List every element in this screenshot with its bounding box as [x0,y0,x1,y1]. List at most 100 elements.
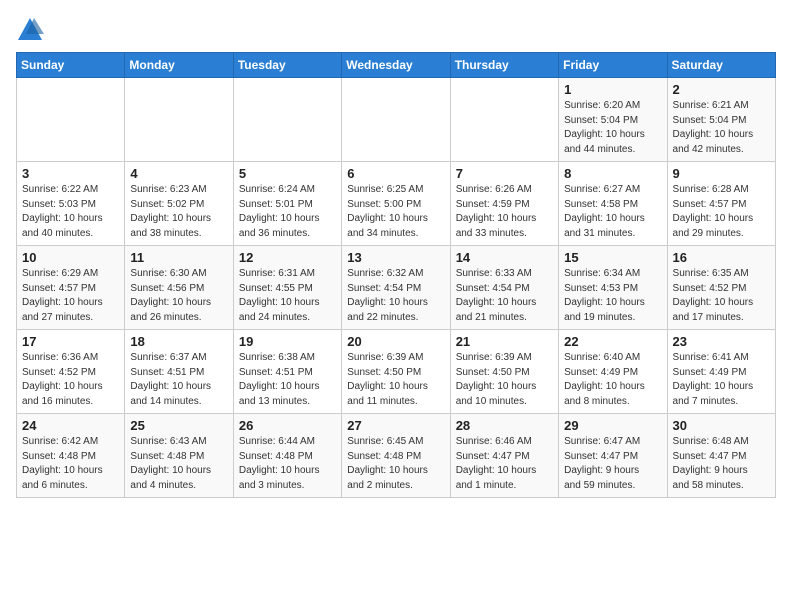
calendar-day-cell: 3 Sunrise: 6:22 AM Sunset: 5:03 PM Daylig… [17,162,125,246]
day-number: 4 [130,166,227,181]
day-number: 28 [456,418,553,433]
day-info: Sunrise: 6:31 AM Sunset: 4:55 PM Dayligh… [239,267,336,325]
day-number: 19 [239,334,336,349]
day-number: 17 [22,334,119,349]
calendar-day-cell: 4 Sunrise: 6:23 AM Sunset: 5:02 PM Daylig… [125,162,233,246]
day-number: 9 [673,166,770,181]
calendar-day-cell [125,78,233,162]
calendar-day-cell: 28 Sunrise: 6:46 AM Sunset: 4:47 PM Dayli… [450,414,558,498]
day-of-week-header: Monday [125,53,233,78]
day-number: 21 [456,334,553,349]
day-number: 27 [347,418,444,433]
day-number: 13 [347,250,444,265]
calendar-week-row: 3 Sunrise: 6:22 AM Sunset: 5:03 PM Daylig… [17,162,776,246]
day-of-week-header: Saturday [667,53,775,78]
day-info: Sunrise: 6:34 AM Sunset: 4:53 PM Dayligh… [564,267,661,325]
day-info: Sunrise: 6:41 AM Sunset: 4:49 PM Dayligh… [673,351,770,409]
calendar-day-cell: 25 Sunrise: 6:43 AM Sunset: 4:48 PM Dayli… [125,414,233,498]
day-number: 26 [239,418,336,433]
day-number: 8 [564,166,661,181]
day-info: Sunrise: 6:27 AM Sunset: 4:58 PM Dayligh… [564,183,661,241]
calendar-day-cell: 29 Sunrise: 6:47 AM Sunset: 4:47 PM Dayli… [559,414,667,498]
day-number: 24 [22,418,119,433]
calendar-day-cell: 17 Sunrise: 6:36 AM Sunset: 4:52 PM Dayli… [17,330,125,414]
day-number: 11 [130,250,227,265]
day-info: Sunrise: 6:40 AM Sunset: 4:49 PM Dayligh… [564,351,661,409]
calendar-day-cell [450,78,558,162]
day-info: Sunrise: 6:32 AM Sunset: 4:54 PM Dayligh… [347,267,444,325]
day-number: 5 [239,166,336,181]
calendar-day-cell: 6 Sunrise: 6:25 AM Sunset: 5:00 PM Daylig… [342,162,450,246]
day-number: 29 [564,418,661,433]
day-number: 23 [673,334,770,349]
day-number: 20 [347,334,444,349]
day-number: 2 [673,82,770,97]
day-number: 15 [564,250,661,265]
calendar-header-row: SundayMondayTuesdayWednesdayThursdayFrid… [17,53,776,78]
day-info: Sunrise: 6:28 AM Sunset: 4:57 PM Dayligh… [673,183,770,241]
calendar-day-cell [233,78,341,162]
day-of-week-header: Sunday [17,53,125,78]
day-of-week-header: Thursday [450,53,558,78]
page-header [16,16,776,44]
calendar-day-cell: 2 Sunrise: 6:21 AM Sunset: 5:04 PM Daylig… [667,78,775,162]
calendar-day-cell: 9 Sunrise: 6:28 AM Sunset: 4:57 PM Daylig… [667,162,775,246]
day-info: Sunrise: 6:23 AM Sunset: 5:02 PM Dayligh… [130,183,227,241]
day-info: Sunrise: 6:47 AM Sunset: 4:47 PM Dayligh… [564,435,661,493]
day-number: 30 [673,418,770,433]
day-number: 12 [239,250,336,265]
day-of-week-header: Wednesday [342,53,450,78]
calendar-day-cell: 19 Sunrise: 6:38 AM Sunset: 4:51 PM Dayli… [233,330,341,414]
calendar-day-cell: 15 Sunrise: 6:34 AM Sunset: 4:53 PM Dayli… [559,246,667,330]
logo [16,16,48,44]
calendar-day-cell: 23 Sunrise: 6:41 AM Sunset: 4:49 PM Dayli… [667,330,775,414]
calendar-day-cell: 21 Sunrise: 6:39 AM Sunset: 4:50 PM Dayli… [450,330,558,414]
calendar-week-row: 24 Sunrise: 6:42 AM Sunset: 4:48 PM Dayli… [17,414,776,498]
day-number: 16 [673,250,770,265]
calendar-day-cell: 5 Sunrise: 6:24 AM Sunset: 5:01 PM Daylig… [233,162,341,246]
calendar-day-cell: 24 Sunrise: 6:42 AM Sunset: 4:48 PM Dayli… [17,414,125,498]
calendar-table: SundayMondayTuesdayWednesdayThursdayFrid… [16,52,776,498]
calendar-day-cell: 26 Sunrise: 6:44 AM Sunset: 4:48 PM Dayli… [233,414,341,498]
day-number: 7 [456,166,553,181]
calendar-day-cell [17,78,125,162]
calendar-day-cell: 1 Sunrise: 6:20 AM Sunset: 5:04 PM Daylig… [559,78,667,162]
calendar-day-cell: 16Sunrise: 6:35 AM Sunset: 4:52 PM Dayli… [667,246,775,330]
day-info: Sunrise: 6:36 AM Sunset: 4:52 PM Dayligh… [22,351,119,409]
day-number: 6 [347,166,444,181]
day-info: Sunrise: 6:39 AM Sunset: 4:50 PM Dayligh… [456,351,553,409]
calendar-day-cell: 13 Sunrise: 6:32 AM Sunset: 4:54 PM Dayli… [342,246,450,330]
day-info: Sunrise: 6:29 AM Sunset: 4:57 PM Dayligh… [22,267,119,325]
day-info: Sunrise: 6:48 AM Sunset: 4:47 PM Dayligh… [673,435,770,493]
day-info: Sunrise: 6:46 AM Sunset: 4:47 PM Dayligh… [456,435,553,493]
day-number: 3 [22,166,119,181]
day-info: Sunrise: 6:24 AM Sunset: 5:01 PM Dayligh… [239,183,336,241]
day-info: Sunrise: 6:38 AM Sunset: 4:51 PM Dayligh… [239,351,336,409]
day-info: Sunrise: 6:44 AM Sunset: 4:48 PM Dayligh… [239,435,336,493]
day-number: 1 [564,82,661,97]
day-info: Sunrise: 6:20 AM Sunset: 5:04 PM Dayligh… [564,99,661,157]
day-info: Sunrise: 6:22 AM Sunset: 5:03 PM Dayligh… [22,183,119,241]
day-number: 18 [130,334,227,349]
calendar-day-cell: 27Sunrise: 6:45 AM Sunset: 4:48 PM Dayli… [342,414,450,498]
calendar-day-cell: 30 Sunrise: 6:48 AM Sunset: 4:47 PM Dayli… [667,414,775,498]
calendar-day-cell: 18Sunrise: 6:37 AM Sunset: 4:51 PM Dayli… [125,330,233,414]
day-info: Sunrise: 6:21 AM Sunset: 5:04 PM Dayligh… [673,99,770,157]
calendar-week-row: 10 Sunrise: 6:29 AM Sunset: 4:57 PM Dayli… [17,246,776,330]
day-of-week-header: Friday [559,53,667,78]
day-info: Sunrise: 6:30 AM Sunset: 4:56 PM Dayligh… [130,267,227,325]
day-info: Sunrise: 6:25 AM Sunset: 5:00 PM Dayligh… [347,183,444,241]
day-info: Sunrise: 6:26 AM Sunset: 4:59 PM Dayligh… [456,183,553,241]
day-info: Sunrise: 6:42 AM Sunset: 4:48 PM Dayligh… [22,435,119,493]
calendar-day-cell: 14Sunrise: 6:33 AM Sunset: 4:54 PM Dayli… [450,246,558,330]
day-of-week-header: Tuesday [233,53,341,78]
calendar-week-row: 17 Sunrise: 6:36 AM Sunset: 4:52 PM Dayli… [17,330,776,414]
day-info: Sunrise: 6:43 AM Sunset: 4:48 PM Dayligh… [130,435,227,493]
calendar-day-cell: 10 Sunrise: 6:29 AM Sunset: 4:57 PM Dayli… [17,246,125,330]
day-number: 25 [130,418,227,433]
calendar-day-cell: 22Sunrise: 6:40 AM Sunset: 4:49 PM Dayli… [559,330,667,414]
calendar-day-cell: 20 Sunrise: 6:39 AM Sunset: 4:50 PM Dayli… [342,330,450,414]
day-number: 10 [22,250,119,265]
day-info: Sunrise: 6:39 AM Sunset: 4:50 PM Dayligh… [347,351,444,409]
day-info: Sunrise: 6:33 AM Sunset: 4:54 PM Dayligh… [456,267,553,325]
